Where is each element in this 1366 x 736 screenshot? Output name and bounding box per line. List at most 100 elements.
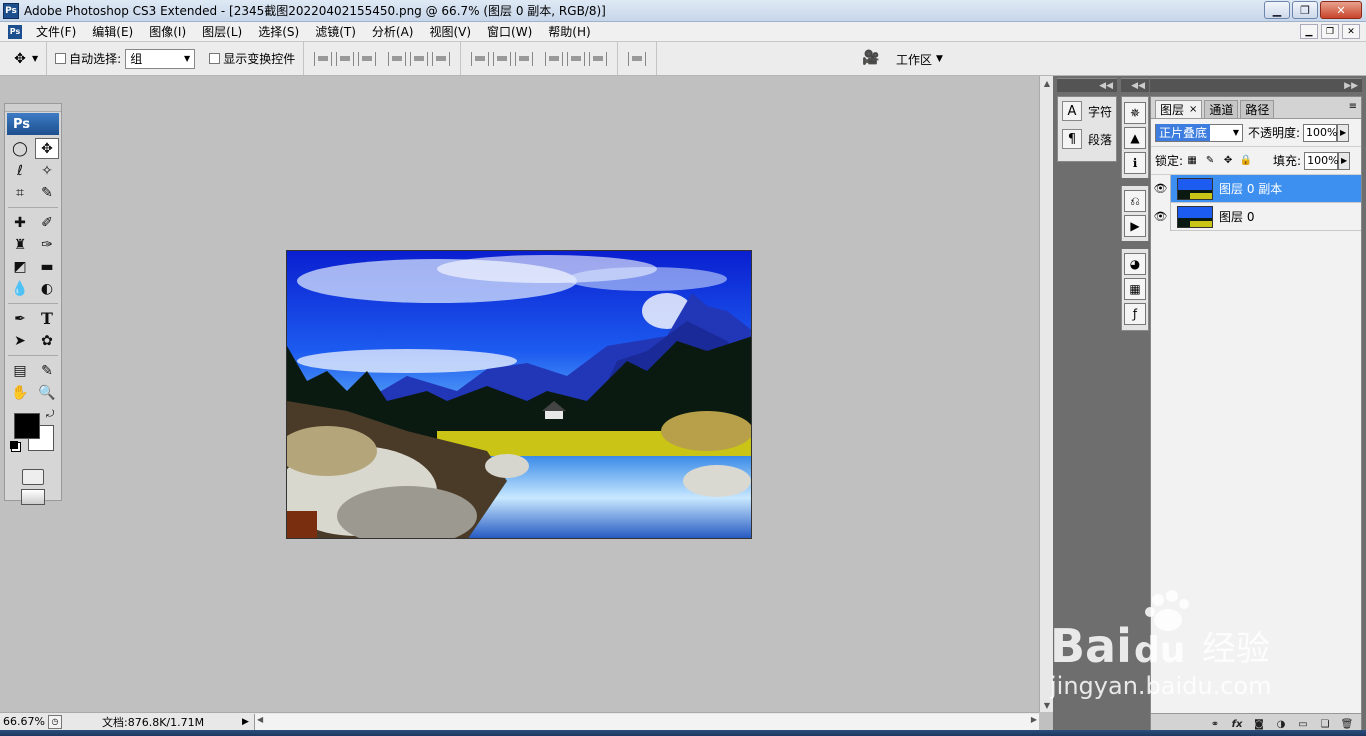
type-tool-icon[interactable]: T bbox=[35, 308, 59, 329]
document-canvas[interactable] bbox=[286, 250, 752, 539]
move-tool-icon[interactable]: ✥ bbox=[8, 48, 32, 70]
quick-mask-button[interactable] bbox=[22, 469, 44, 485]
screen-mode-button[interactable] bbox=[21, 489, 45, 505]
align-bottom-icon[interactable] bbox=[358, 51, 377, 66]
gradient-tool-icon[interactable]: ▬ bbox=[35, 256, 59, 277]
zoom-tool-icon[interactable]: 🔍 bbox=[35, 382, 59, 403]
restore-button[interactable]: ❐ bbox=[1292, 1, 1318, 19]
character-panel-button[interactable]: A 字符 bbox=[1058, 97, 1116, 125]
info-icon[interactable]: ℹ bbox=[1124, 152, 1146, 174]
menu-window[interactable]: 窗口(W) bbox=[479, 23, 540, 40]
zoom-level[interactable]: 66.67% bbox=[0, 715, 48, 728]
shape-tool-icon[interactable]: ✿ bbox=[35, 330, 59, 351]
auto-select-checkbox[interactable] bbox=[55, 53, 67, 64]
align-left-icon[interactable] bbox=[388, 51, 407, 66]
status-info-icon[interactable]: ◷ bbox=[48, 714, 62, 729]
doc-minimize-button[interactable]: ▁ bbox=[1300, 24, 1318, 39]
auto-select-dropdown[interactable]: 组 ▼ bbox=[125, 48, 196, 69]
swatches-icon[interactable]: ▦ bbox=[1124, 278, 1146, 300]
opacity-slider-arrow[interactable]: ▶ bbox=[1337, 123, 1350, 142]
menu-edit[interactable]: 编辑(E) bbox=[84, 23, 141, 40]
navigator-icon[interactable]: ✵ bbox=[1124, 102, 1146, 124]
paragraph-panel-button[interactable]: ¶ 段落 bbox=[1058, 125, 1116, 153]
icon-strip-header[interactable]: ◀◀ bbox=[1121, 78, 1149, 92]
menu-analysis[interactable]: 分析(A) bbox=[364, 23, 422, 40]
blur-tool-icon[interactable]: 💧 bbox=[8, 278, 32, 299]
distribute-top-icon[interactable] bbox=[471, 51, 490, 66]
char-panel-header[interactable]: ◀◀ bbox=[1057, 78, 1117, 92]
menu-help[interactable]: 帮助(H) bbox=[540, 23, 598, 40]
opacity-input[interactable]: 100% bbox=[1303, 123, 1338, 142]
layer-row-copy[interactable]: 👁 图层 0 副本 bbox=[1151, 174, 1361, 203]
tab-channels[interactable]: 通道 bbox=[1204, 100, 1239, 118]
pen-tool-icon[interactable]: ✒ bbox=[8, 308, 32, 329]
menu-select[interactable]: 选择(S) bbox=[250, 23, 307, 40]
bridge-icon[interactable]: 🎥 bbox=[862, 50, 884, 68]
align-top-icon[interactable] bbox=[314, 51, 333, 66]
color-icon[interactable]: ◕ bbox=[1124, 253, 1146, 275]
histogram-icon[interactable]: ▲ bbox=[1124, 127, 1146, 149]
dodge-tool-icon[interactable]: ◐ bbox=[35, 278, 59, 299]
tab-layers[interactable]: 图层 × bbox=[1155, 100, 1203, 118]
magic-wand-tool-icon[interactable]: ✧ bbox=[35, 160, 59, 181]
clone-stamp-icon[interactable]: ♜ bbox=[8, 234, 32, 255]
close-button[interactable]: ✕ bbox=[1320, 1, 1362, 19]
styles-icon[interactable]: ƒ bbox=[1124, 303, 1146, 325]
eyedropper-tool-icon[interactable]: ✎ bbox=[35, 360, 59, 381]
status-menu-arrow[interactable]: ▶ bbox=[242, 717, 254, 727]
history-icon[interactable]: ⎌ bbox=[1124, 190, 1146, 212]
menu-image[interactable]: 图像(I) bbox=[141, 23, 194, 40]
eye-icon[interactable]: 👁 bbox=[1151, 202, 1171, 231]
default-colors-icon[interactable] bbox=[10, 441, 18, 449]
eye-icon[interactable]: 👁 bbox=[1151, 174, 1171, 203]
lasso-tool-icon[interactable]: ℓ bbox=[8, 160, 32, 181]
history-brush-icon[interactable]: ✑ bbox=[35, 234, 59, 255]
foreground-color-swatch[interactable] bbox=[14, 413, 40, 439]
lock-all-icon[interactable]: 🔒 bbox=[1240, 155, 1252, 167]
menu-file[interactable]: 文件(F) bbox=[28, 23, 84, 40]
align-vcenter-icon[interactable] bbox=[336, 51, 355, 66]
workspace-button[interactable]: 工作区 ▼ bbox=[896, 48, 943, 70]
horizontal-scrollbar[interactable]: ◀ ▶ bbox=[254, 713, 1039, 730]
slice-tool-icon[interactable]: ✎ bbox=[35, 182, 59, 203]
menu-view[interactable]: 视图(V) bbox=[421, 23, 479, 40]
scroll-right-icon[interactable]: ▶ bbox=[1031, 715, 1037, 724]
chevron-down-icon[interactable]: ▼ bbox=[32, 54, 38, 63]
align-hcenter-icon[interactable] bbox=[410, 51, 429, 66]
scroll-left-icon[interactable]: ◀ bbox=[257, 715, 263, 724]
auto-align-icon[interactable] bbox=[628, 51, 647, 66]
toolbox-grip[interactable] bbox=[5, 104, 61, 112]
fill-slider-arrow[interactable]: ▶ bbox=[1338, 151, 1351, 170]
eraser-tool-icon[interactable]: ◩ bbox=[8, 256, 32, 277]
layers-dock-header[interactable]: ▶▶ bbox=[1150, 78, 1362, 92]
scroll-up-icon[interactable]: ▲ bbox=[1040, 76, 1054, 90]
marquee-tool-icon[interactable]: ◯ bbox=[8, 138, 32, 159]
close-icon[interactable]: × bbox=[1189, 104, 1197, 115]
doc-restore-button[interactable]: ❐ bbox=[1321, 24, 1339, 39]
distribute-right-icon[interactable] bbox=[589, 51, 608, 66]
lock-pixels-icon[interactable]: ✎ bbox=[1204, 155, 1216, 167]
minimize-button[interactable]: ▁ bbox=[1264, 1, 1290, 19]
brush-tool-icon[interactable]: ✐ bbox=[35, 212, 59, 233]
distribute-bottom-icon[interactable] bbox=[515, 51, 534, 66]
blend-mode-dropdown[interactable]: 正片叠底 ▼ bbox=[1155, 123, 1243, 142]
toolbox-logo[interactable]: Ps bbox=[7, 113, 59, 135]
hand-tool-icon[interactable]: ✋ bbox=[8, 382, 32, 403]
distribute-hcenter-icon[interactable] bbox=[567, 51, 586, 66]
path-select-icon[interactable]: ➤ bbox=[8, 330, 32, 351]
menu-layer[interactable]: 图层(L) bbox=[194, 23, 250, 40]
distribute-vcenter-icon[interactable] bbox=[493, 51, 512, 66]
scroll-down-icon[interactable]: ▼ bbox=[1040, 698, 1054, 712]
document-icon[interactable]: Ps bbox=[8, 24, 22, 39]
lock-position-icon[interactable]: ✥ bbox=[1222, 155, 1234, 167]
move-tool-icon[interactable]: ✥ bbox=[35, 138, 59, 159]
show-transform-checkbox[interactable] bbox=[209, 53, 221, 64]
lock-transparency-icon[interactable]: ▦ bbox=[1186, 155, 1198, 167]
doc-close-button[interactable]: ✕ bbox=[1342, 24, 1360, 39]
panel-menu-icon[interactable]: ≡ bbox=[1349, 101, 1357, 112]
crop-tool-icon[interactable]: ⌗ bbox=[8, 182, 32, 203]
healing-brush-icon[interactable]: ✚ bbox=[8, 212, 32, 233]
fill-input[interactable]: 100% bbox=[1304, 151, 1339, 170]
tab-paths[interactable]: 路径 bbox=[1240, 100, 1275, 118]
menu-filter[interactable]: 滤镜(T) bbox=[307, 23, 364, 40]
